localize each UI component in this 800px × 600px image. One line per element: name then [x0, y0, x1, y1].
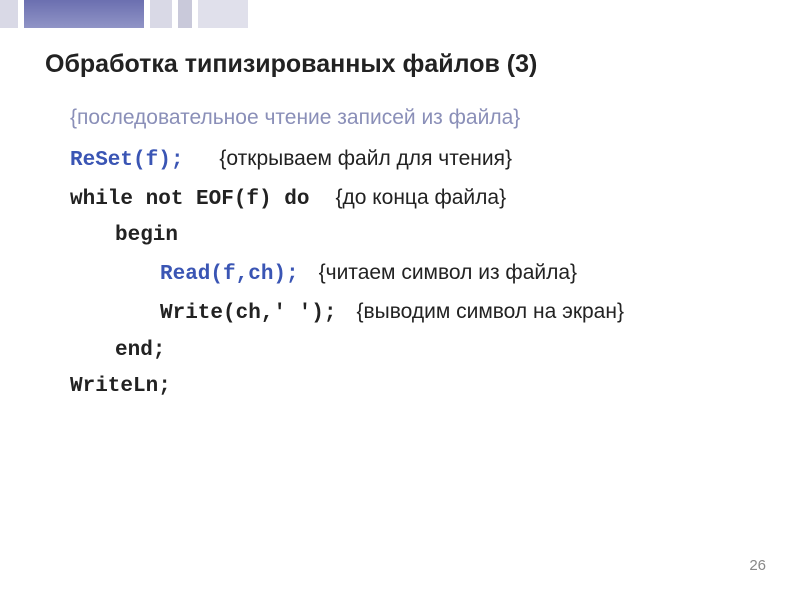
code-comment: {открываем файл для чтения} — [219, 141, 512, 178]
code-line-4: Read(f,ch); {читаем символ из файла} — [70, 255, 760, 294]
code-line-7: WriteLn; — [70, 369, 760, 406]
slide-content: {последовательное чтение записей из файл… — [70, 100, 760, 406]
code-text: end; — [115, 333, 165, 370]
code-comment: {выводим символ на экран} — [356, 294, 624, 331]
deco-seg — [198, 0, 248, 28]
deco-seg — [150, 0, 172, 28]
code-text: while not EOF(f) do — [70, 182, 309, 219]
code-comment: {читаем символ из файла} — [319, 255, 577, 292]
code-line-3: begin — [70, 218, 760, 255]
code-comment: {до конца файла} — [335, 180, 506, 217]
slide-title: Обработка типизированных файлов (3) — [45, 50, 537, 79]
code-header-comment: {последовательное чтение записей из файл… — [70, 100, 760, 137]
code-line-2: while not EOF(f) do {до конца файла} — [70, 180, 760, 219]
deco-seg — [178, 0, 192, 28]
code-text: begin — [115, 218, 178, 255]
deco-seg — [24, 0, 144, 28]
code-line-1: ReSet(f); {открываем файл для чтения} — [70, 141, 760, 180]
code-keyword: Read(f,ch); — [160, 257, 299, 294]
deco-seg — [0, 0, 18, 28]
code-line-6: end; — [70, 333, 760, 370]
code-text: Write(ch,' '); — [160, 296, 336, 333]
code-line-5: Write(ch,' '); {выводим символ на экран} — [70, 294, 760, 333]
code-keyword: ReSet(f); — [70, 143, 183, 180]
page-number: 26 — [749, 557, 766, 574]
header-decoration — [0, 0, 255, 28]
code-text: WriteLn; — [70, 369, 171, 406]
